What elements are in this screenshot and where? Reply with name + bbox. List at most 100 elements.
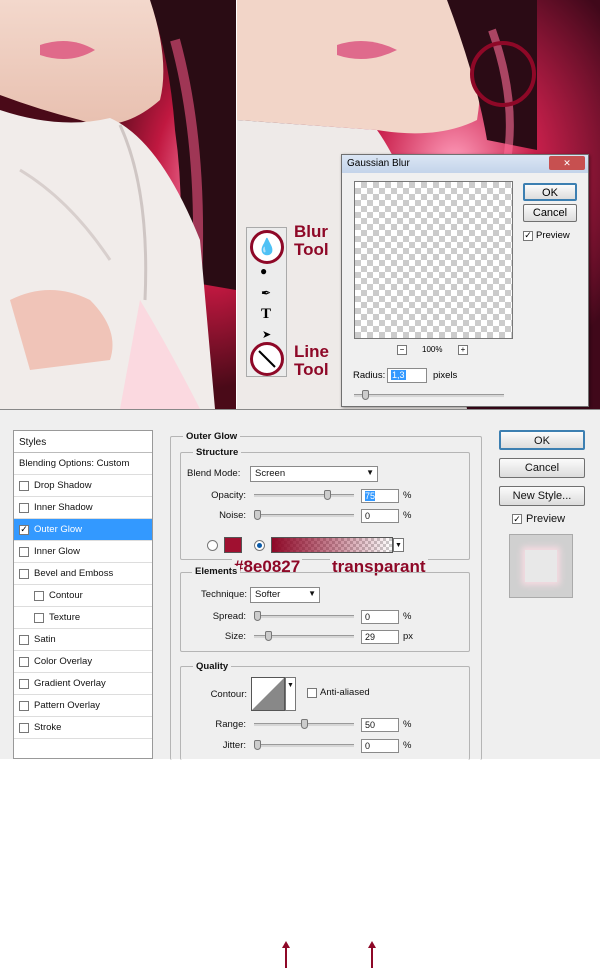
radius-slider-thumb[interactable] [362,390,369,400]
style-item[interactable]: Satin [14,629,152,651]
style-item-checkbox[interactable]: ✓ [19,524,29,535]
range-input[interactable]: 50 [361,718,399,732]
line-tool-icon[interactable] [250,342,284,376]
zoom-in-button[interactable]: + [458,345,468,355]
quality-title: Quality [193,661,232,672]
layer-style-preview-label: Preview [526,513,566,525]
style-item[interactable]: ✓ Outer Glow [14,519,152,541]
style-item-label: Texture [49,612,81,623]
spread-slider-thumb[interactable] [254,611,261,621]
gradient-annotation-arrows [282,941,376,968]
zoom-out-button[interactable]: − [397,345,407,355]
contour-picker[interactable] [251,677,285,711]
path-selection-tool-icon[interactable]: ➤ [262,328,271,341]
spread-input[interactable]: 0 [361,610,399,624]
blur-tool-annotation: Blur Tool [294,223,329,259]
blending-options-item[interactable]: Blending Options: Custom [14,453,152,475]
style-item-label: Outer Glow [34,524,83,535]
solid-color-radio[interactable] [207,540,218,551]
style-item-label: Stroke [34,722,62,733]
toolbox: 💧 ● ✒ T ➤ [246,227,287,377]
radius-input[interactable]: 1,3 [387,368,427,383]
style-item[interactable]: Contour [14,585,152,607]
size-slider[interactable] [254,631,354,641]
style-item-checkbox[interactable] [19,634,29,645]
size-slider-thumb[interactable] [265,631,273,641]
dodge-tool-icon[interactable]: ● [260,264,267,278]
style-item-label: Contour [49,590,83,601]
range-slider-thumb[interactable] [300,719,308,729]
radius-label: Radius: [353,370,386,381]
styles-header[interactable]: Styles [14,431,152,453]
jitter-slider-thumb[interactable] [254,740,261,750]
technique-select[interactable]: Softer ▼ [250,587,320,603]
contour-dropdown-chevron-icon[interactable]: ▼ [285,677,296,711]
jitter-slider[interactable] [254,740,354,750]
opacity-slider[interactable] [254,490,354,500]
style-item[interactable]: Color Overlay [14,651,152,673]
type-tool-icon[interactable]: T [261,306,271,323]
noise-slider[interactable] [254,510,354,520]
glow-gradient-picker[interactable]: ▼ [271,537,404,553]
anti-aliased-checkbox[interactable]: Anti-aliased [307,687,370,698]
style-item[interactable]: Inner Glow [14,541,152,563]
dialog-titlebar[interactable]: Gaussian Blur ✕ [342,155,588,173]
jitter-input[interactable]: 0 [361,739,399,753]
style-item[interactable]: Inner Shadow [14,497,152,519]
layer-style-preview-checkbox[interactable]: ✓ Preview [512,513,565,525]
glow-color-swatch[interactable] [224,537,242,553]
style-item-checkbox[interactable] [19,480,29,491]
opacity-input[interactable]: 75 [361,489,399,503]
style-item[interactable]: Pattern Overlay [14,695,152,717]
spread-label: Spread: [212,611,246,622]
layer-style-cancel-button[interactable]: Cancel [499,458,585,478]
opacity-unit: % [403,490,412,501]
blur-annotation-line2: Tool [294,240,329,259]
style-item-checkbox[interactable] [19,568,29,579]
structure-group: Structure Blend Mode: Screen ▼ Opacity: 7… [180,447,470,560]
style-item[interactable]: Texture [14,607,152,629]
glow-gradient-fill [272,538,392,552]
blend-mode-select[interactable]: Screen ▼ [250,466,378,482]
style-item-checkbox[interactable] [19,700,29,711]
style-item-checkbox[interactable] [19,656,29,667]
style-item-checkbox[interactable] [34,612,44,623]
preview-check-icon: ✓ [523,230,533,241]
noise-input[interactable]: 0 [361,509,399,523]
gradient-dropdown-chevron-icon[interactable]: ▼ [393,538,404,552]
pen-tool-icon[interactable]: ✒ [261,286,271,300]
blur-annotation-line1: Blur [294,222,328,241]
gaussian-blur-dialog: Gaussian Blur ✕ OK Cancel ✓ Preview − 10… [341,154,589,407]
style-item[interactable]: Drop Shadow [14,475,152,497]
chevron-down-icon: ▼ [308,589,316,598]
style-item-checkbox[interactable] [19,722,29,733]
style-item-checkbox[interactable] [19,678,29,689]
spread-slider[interactable] [254,611,354,621]
size-unit: px [403,631,414,642]
opacity-slider-thumb[interactable] [323,490,331,500]
size-input[interactable]: 29 [361,630,399,644]
style-item-checkbox[interactable] [34,590,44,601]
zoom-level: 100% [422,345,443,354]
radius-slider[interactable] [354,390,504,400]
blur-preview-area[interactable] [354,181,513,339]
gaussian-preview-checkbox[interactable]: ✓ Preview [523,230,570,241]
noise-slider-thumb[interactable] [254,510,261,520]
layer-style-ok-button[interactable]: OK [499,430,585,450]
close-icon[interactable]: ✕ [549,156,585,170]
style-item-checkbox[interactable] [19,546,29,557]
style-item[interactable]: Gradient Overlay [14,673,152,695]
gaussian-ok-button[interactable]: OK [523,183,577,201]
anti-aliased-label: Anti-aliased [320,687,370,698]
gradient-radio[interactable] [254,540,265,551]
blend-mode-label: Blend Mode: [187,468,241,479]
style-item[interactable]: Stroke [14,717,152,739]
new-style-button[interactable]: New Style... [499,486,585,506]
range-slider[interactable] [254,719,354,729]
style-item[interactable]: Bevel and Emboss [14,563,152,585]
blur-tool-icon[interactable]: 💧 [250,230,284,264]
gaussian-cancel-button[interactable]: Cancel [523,204,577,222]
anti-aliased-box [307,687,317,698]
outer-glow-title: Outer Glow [183,431,241,442]
style-item-checkbox[interactable] [19,502,29,513]
